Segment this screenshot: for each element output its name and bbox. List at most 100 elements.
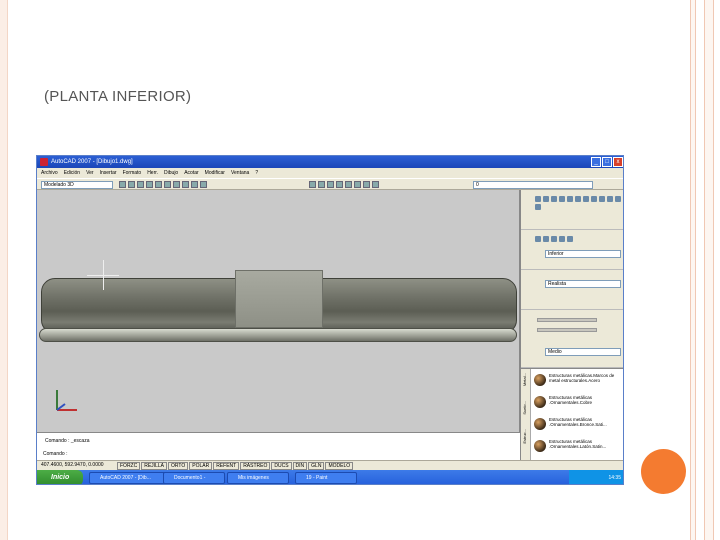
- view-select[interactable]: Inferior: [545, 250, 621, 258]
- drawing-viewport[interactable]: [37, 190, 520, 432]
- zoom-icon[interactable]: [318, 181, 325, 188]
- wedge-icon[interactable]: [567, 196, 573, 202]
- command-history: Comando : _escaza: [45, 438, 90, 444]
- visual-style-select[interactable]: Realista: [545, 280, 621, 288]
- ducs-toggle[interactable]: DUCS: [271, 462, 292, 470]
- torus-icon[interactable]: [575, 196, 581, 202]
- minimize-button[interactable]: _: [591, 157, 601, 167]
- status-bar: 407.4600, 592.9470, 0.0000 FORZC REJILLA…: [37, 460, 623, 470]
- box-icon[interactable]: [535, 196, 541, 202]
- palette-visual-style-panel: Realista: [521, 270, 623, 310]
- revolve-icon[interactable]: [591, 196, 597, 202]
- cut-icon[interactable]: [164, 181, 171, 188]
- camera-icon[interactable]: [559, 236, 565, 242]
- redo-icon[interactable]: [200, 181, 207, 188]
- menu-ayuda[interactable]: ?: [255, 168, 258, 178]
- menu-modificar[interactable]: Modificar: [205, 168, 225, 178]
- menu-acotar[interactable]: Acotar: [184, 168, 198, 178]
- cone-icon[interactable]: [551, 196, 557, 202]
- material-swatch: [534, 374, 546, 386]
- intersect-icon[interactable]: [615, 196, 621, 202]
- polar-toggle[interactable]: POLAR: [189, 462, 213, 470]
- tool-palette-icon[interactable]: [363, 181, 370, 188]
- lwt-toggle[interactable]: GLN: [308, 462, 325, 470]
- menu-insertar[interactable]: Insertar: [100, 168, 117, 178]
- grid-toggle[interactable]: REJILLA: [141, 462, 167, 470]
- paste-icon[interactable]: [182, 181, 189, 188]
- sphere-icon[interactable]: [559, 196, 565, 202]
- pan-icon[interactable]: [309, 181, 316, 188]
- save-icon[interactable]: [146, 181, 153, 188]
- menu-herramientas[interactable]: Herr.: [147, 168, 158, 178]
- taskbar-item-word[interactable]: Documento1 - Micros...: [163, 472, 225, 484]
- command-prompt[interactable]: Comando :: [43, 451, 67, 457]
- tab-metal[interactable]: Metal...: [522, 373, 527, 386]
- material-swatch: [534, 396, 546, 408]
- cylinder-icon[interactable]: [543, 196, 549, 202]
- otrack-toggle[interactable]: RASTREO: [240, 462, 271, 470]
- material-item[interactable]: Estructuras metálicas .Ornamentales.Bron…: [532, 415, 623, 435]
- union-icon[interactable]: [599, 196, 605, 202]
- right-decorative-stripe: [704, 0, 714, 540]
- light-slider[interactable]: [537, 328, 597, 332]
- right-decorative-stripe: [690, 0, 696, 540]
- system-clock: 14:35: [569, 470, 623, 484]
- design-center-icon[interactable]: [354, 181, 361, 188]
- taskbar-item-paint[interactable]: 19 - Paint: [295, 472, 357, 484]
- model-toggle[interactable]: MODELO: [325, 462, 354, 470]
- start-button[interactable]: Inicio: [37, 470, 83, 484]
- undo-icon[interactable]: [191, 181, 198, 188]
- menu-bar: Archivo Edición Ver Insertar Formato Her…: [37, 168, 623, 178]
- walk-icon[interactable]: [567, 236, 573, 242]
- material-label: Estructuras metálicas.Marcos de metal es…: [549, 373, 615, 383]
- light-slider[interactable]: [537, 318, 597, 322]
- palette-light-panel: Medio: [521, 310, 623, 368]
- palette-3d-make-panel: [521, 190, 623, 230]
- material-item[interactable]: Estructuras metálicas .Ornamentales.Lató…: [532, 437, 623, 457]
- light-select[interactable]: Medio: [545, 348, 621, 356]
- zoom-icon[interactable]: [551, 236, 557, 242]
- copy-icon[interactable]: [173, 181, 180, 188]
- osnap-toggle[interactable]: REFENT: [213, 462, 240, 470]
- command-line[interactable]: Comando : _escaza Comando :: [37, 432, 520, 460]
- menu-ver[interactable]: Ver: [86, 168, 94, 178]
- calculator-icon[interactable]: [372, 181, 379, 188]
- properties-icon[interactable]: [345, 181, 352, 188]
- dyn-toggle[interactable]: DIN: [292, 462, 308, 470]
- coordinates-readout: 407.4600, 592.9470, 0.0000: [41, 462, 104, 468]
- material-swatch: [534, 418, 546, 430]
- model-block: [235, 270, 323, 328]
- material-item[interactable]: Estructuras metálicas .Ornamentales.Cobr…: [532, 393, 623, 413]
- material-item[interactable]: Estructuras metálicas.Marcos de metal es…: [532, 371, 623, 391]
- taskbar-item-images[interactable]: Mis imágenes: [227, 472, 289, 484]
- menu-ventana[interactable]: Ventana: [231, 168, 249, 178]
- pan-icon[interactable]: [543, 236, 549, 242]
- new-file-icon[interactable]: [128, 181, 135, 188]
- close-button[interactable]: x: [613, 157, 623, 167]
- tab-suelo[interactable]: Suelo...: [522, 401, 527, 415]
- sweep-icon[interactable]: [535, 204, 541, 210]
- gear-icon[interactable]: [119, 181, 126, 188]
- menu-dibujo[interactable]: Dibujo: [164, 168, 178, 178]
- menu-formato[interactable]: Formato: [123, 168, 142, 178]
- subtract-icon[interactable]: [607, 196, 613, 202]
- open-folder-icon[interactable]: [137, 181, 144, 188]
- extrude-icon[interactable]: [583, 196, 589, 202]
- window-titlebar: AutoCAD 2007 - [Dibujo1.dwg] _ □ x: [37, 156, 623, 168]
- zoom-window-icon[interactable]: [327, 181, 334, 188]
- workspace-select[interactable]: Modelado 3D: [41, 181, 113, 189]
- menu-edicion[interactable]: Edición: [64, 168, 80, 178]
- layer-select[interactable]: 0: [473, 181, 593, 189]
- print-icon[interactable]: [155, 181, 162, 188]
- snap-toggle[interactable]: FORZC: [117, 462, 141, 470]
- materials-palette: Metal... Suelo... Estruc... Estructuras …: [521, 368, 623, 461]
- left-decorative-bar: [0, 0, 8, 540]
- restore-button[interactable]: □: [602, 157, 612, 167]
- orbit-icon[interactable]: [535, 236, 541, 242]
- material-label: Estructuras metálicas .Ornamentales.Cobr…: [549, 395, 593, 405]
- orange-circle-decoration: [641, 449, 686, 494]
- tab-estructuras[interactable]: Estruc...: [522, 429, 527, 444]
- zoom-previous-icon[interactable]: [336, 181, 343, 188]
- ortho-toggle[interactable]: ORTO: [167, 462, 189, 470]
- menu-archivo[interactable]: Archivo: [41, 168, 58, 178]
